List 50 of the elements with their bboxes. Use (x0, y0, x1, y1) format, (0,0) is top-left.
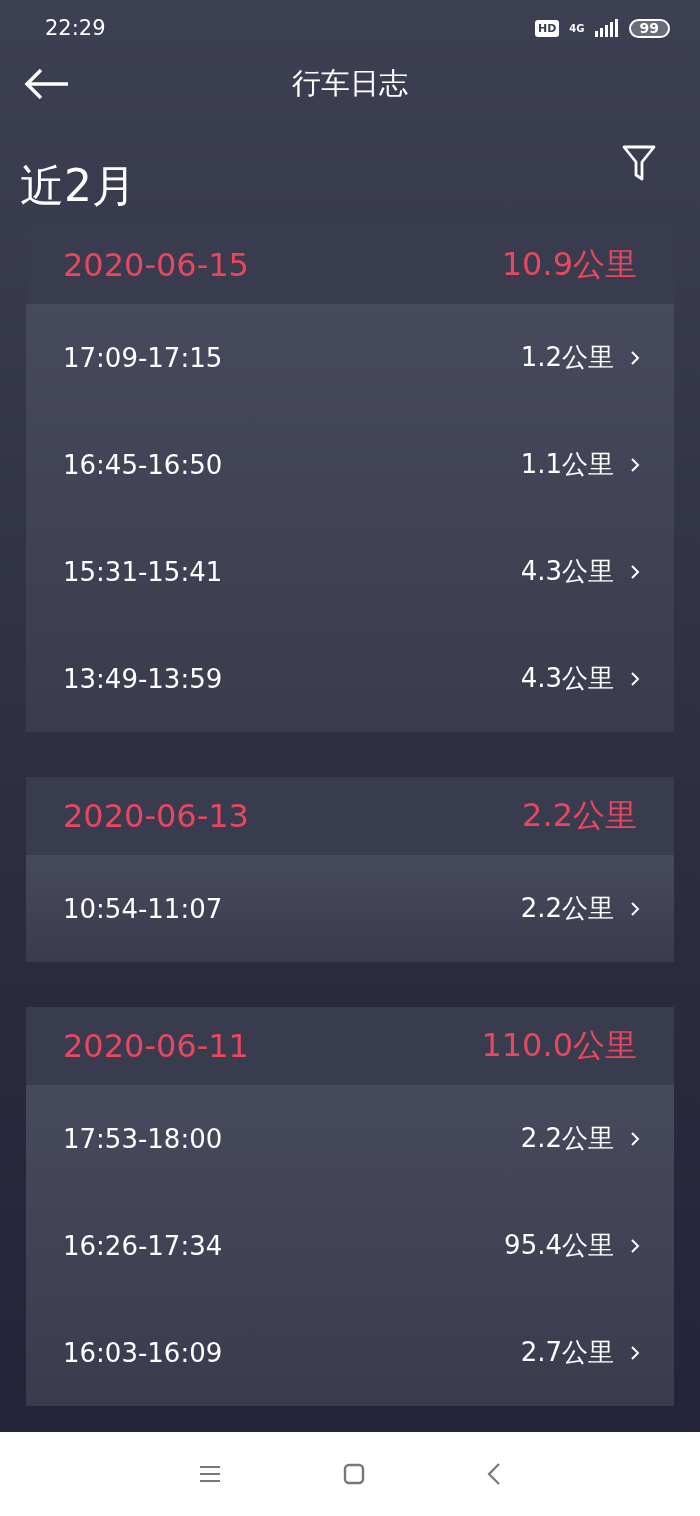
trip-distance: 2.7公里 (520, 1336, 614, 1369)
chevron-right-icon (630, 1344, 640, 1361)
period-label[interactable]: 近2月 (20, 156, 136, 216)
chevron-right-icon (630, 900, 640, 917)
home-icon[interactable] (343, 1463, 365, 1485)
chevron-right-icon (630, 1130, 640, 1147)
chevron-right-icon (630, 670, 640, 687)
page-title: 行车日志 (292, 65, 408, 102)
trip-time: 16:03-16:09 (63, 1337, 223, 1368)
menu-icon[interactable] (199, 1465, 221, 1483)
trip-distance: 2.2公里 (520, 892, 614, 925)
day-total-distance: 2.2公里 (522, 795, 637, 836)
trip-time: 17:09-17:15 (63, 342, 223, 373)
day-date: 2020-06-13 (63, 797, 249, 835)
trip-row[interactable]: 13:49-13:59 4.3公里 (26, 625, 674, 732)
trip-distance: 2.2公里 (520, 1122, 614, 1155)
trip-time: 16:45-16:50 (63, 449, 223, 480)
trip-row[interactable]: 17:09-17:15 1.2公里 (26, 304, 674, 411)
trip-row[interactable]: 10:54-11:07 2.2公里 (26, 855, 674, 962)
day-date: 2020-06-15 (63, 246, 249, 284)
trip-time: 16:26-17:34 (63, 1230, 223, 1261)
chevron-right-icon (630, 456, 640, 473)
trip-distance: 4.3公里 (520, 662, 614, 695)
trip-row[interactable]: 16:26-17:34 95.4公里 (26, 1192, 674, 1299)
trip-row[interactable]: 16:03-16:09 2.7公里 (26, 1299, 674, 1406)
battery-indicator: 99 (628, 18, 670, 38)
network-label: 4G (569, 22, 585, 34)
back-icon[interactable] (487, 1462, 501, 1486)
trip-distance: 4.3公里 (520, 555, 614, 588)
signal-icon (594, 19, 619, 37)
chevron-right-icon (630, 349, 640, 366)
trip-distance: 1.2公里 (520, 341, 614, 374)
status-time: 22:29 (45, 16, 106, 40)
back-arrow-icon[interactable] (24, 68, 70, 100)
trip-row[interactable]: 17:53-18:00 2.2公里 (26, 1085, 674, 1192)
day-total-distance: 10.9公里 (501, 244, 637, 285)
trip-distance: 1.1公里 (520, 448, 614, 481)
filter-icon[interactable] (622, 145, 656, 181)
trip-row[interactable]: 16:45-16:50 1.1公里 (26, 411, 674, 518)
trip-distance: 95.4公里 (504, 1229, 614, 1262)
trip-time: 17:53-18:00 (63, 1123, 223, 1154)
trip-time: 13:49-13:59 (63, 663, 223, 694)
trip-row[interactable]: 15:31-15:41 4.3公里 (26, 518, 674, 625)
hd-badge: HD (535, 19, 560, 37)
trip-time: 15:31-15:41 (63, 556, 223, 587)
day-date: 2020-06-11 (63, 1027, 249, 1065)
trip-time: 10:54-11:07 (63, 893, 223, 924)
chevron-right-icon (630, 563, 640, 580)
day-total-distance: 110.0公里 (481, 1025, 637, 1066)
chevron-right-icon (630, 1237, 640, 1254)
